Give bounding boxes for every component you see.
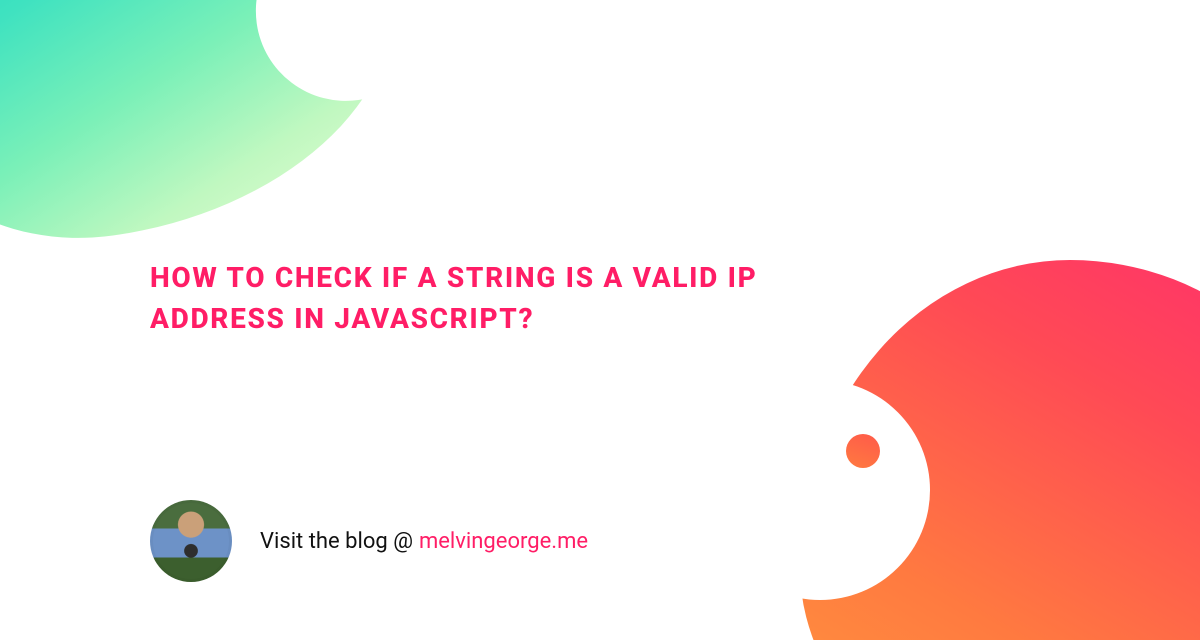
author-avatar bbox=[150, 500, 232, 582]
author-row: Visit the blog @ melvingeorge.me bbox=[150, 500, 588, 582]
decorative-dot bbox=[846, 434, 880, 468]
blog-link[interactable]: melvingeorge.me bbox=[419, 529, 588, 554]
visit-prefix: Visit the blog @ bbox=[260, 529, 413, 554]
decorative-blob-top-left bbox=[0, 0, 422, 264]
blog-card: HOW TO CHECK IF A STRING IS A VALID IP A… bbox=[0, 0, 1200, 640]
visit-blog-text: Visit the blog @ melvingeorge.me bbox=[260, 529, 588, 554]
post-title: HOW TO CHECK IF A STRING IS A VALID IP A… bbox=[150, 258, 870, 339]
